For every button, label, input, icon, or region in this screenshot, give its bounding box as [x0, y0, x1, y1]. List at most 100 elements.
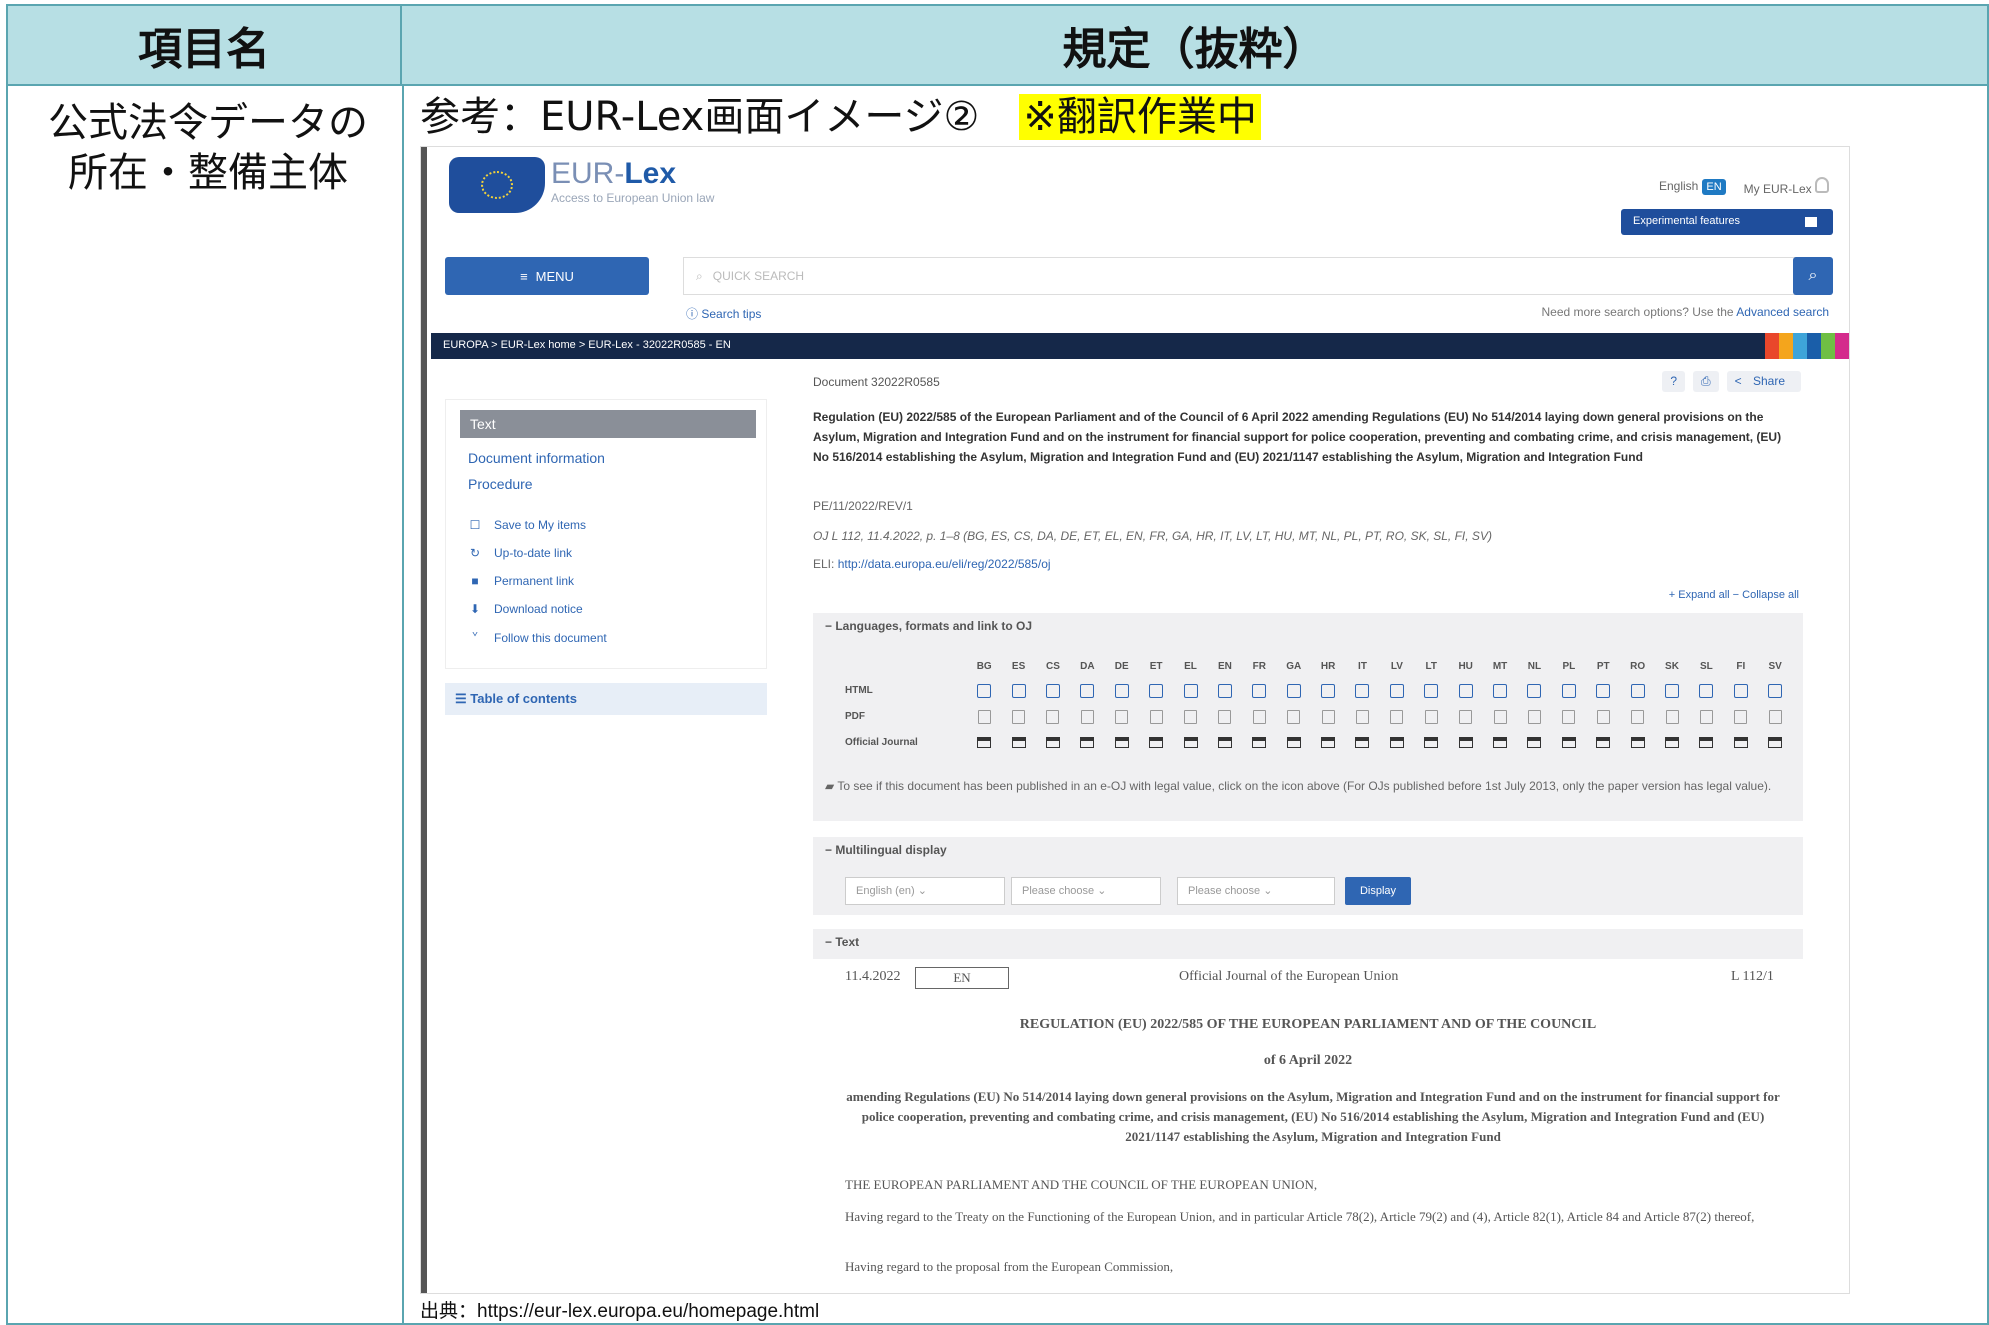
expand-collapse-all[interactable]: + Expand all − Collapse all [1669, 589, 1799, 601]
search-tips-link[interactable]: ⓘ Search tips [686, 305, 761, 322]
quick-search-input[interactable]: ⌕ QUICK SEARCH [683, 257, 1813, 295]
oj-link-sl[interactable] [1689, 737, 1723, 751]
oj-link-nl[interactable] [1517, 737, 1551, 751]
oj-link-lv[interactable] [1380, 737, 1414, 751]
oj-link-hr[interactable] [1311, 737, 1345, 751]
pdf-link-pl[interactable] [1552, 709, 1586, 727]
eurlex-logo[interactable]: EUR-Lex [551, 157, 676, 191]
pdf-link-es[interactable] [1001, 709, 1035, 727]
html-link-et[interactable] [1139, 683, 1173, 701]
html-link-en[interactable] [1208, 683, 1242, 701]
oj-link-da[interactable] [1070, 737, 1104, 751]
pdf-link-hu[interactable] [1448, 709, 1482, 727]
experimental-features-toggle[interactable]: Experimental features [1621, 209, 1833, 235]
oj-link-pt[interactable] [1586, 737, 1620, 751]
html-link-cs[interactable] [1036, 683, 1070, 701]
html-link-da[interactable] [1070, 683, 1104, 701]
up-to-date-link[interactable]: ↻ Up-to-date link [468, 546, 572, 560]
language-select-2[interactable]: Please choose ⌄ [1011, 877, 1161, 905]
html-link-ro[interactable] [1620, 683, 1654, 701]
oj-link-en[interactable] [1208, 737, 1242, 751]
oj-link-ro[interactable] [1620, 737, 1654, 751]
pdf-link-it[interactable] [1345, 709, 1379, 727]
html-link-es[interactable] [1001, 683, 1035, 701]
html-link-bg[interactable] [967, 683, 1001, 701]
text-panel-header[interactable]: − Text [813, 929, 1803, 955]
pdf-link-hr[interactable] [1311, 709, 1345, 727]
sidebar-item-document-information[interactable]: Document information [468, 450, 605, 466]
html-link-sv[interactable] [1758, 683, 1792, 701]
oj-link-el[interactable] [1173, 737, 1207, 751]
toggle-checkbox[interactable] [1805, 217, 1817, 227]
eu-flag-logo-icon[interactable] [449, 157, 545, 213]
pdf-link-sv[interactable] [1758, 709, 1792, 727]
download-notice[interactable]: ⬇ Download notice [468, 602, 583, 616]
html-link-nl[interactable] [1517, 683, 1551, 701]
html-link-el[interactable] [1173, 683, 1207, 701]
oj-link-lt[interactable] [1414, 737, 1448, 751]
html-link-it[interactable] [1345, 683, 1379, 701]
pdf-link-da[interactable] [1070, 709, 1104, 727]
html-link-hu[interactable] [1448, 683, 1482, 701]
html-link-lv[interactable] [1380, 683, 1414, 701]
pdf-link-et[interactable] [1139, 709, 1173, 727]
oj-link-hu[interactable] [1448, 737, 1482, 751]
sidebar-item-procedure[interactable]: Procedure [468, 476, 533, 492]
html-link-pt[interactable] [1586, 683, 1620, 701]
language-selector[interactable]: English EN [1659, 178, 1726, 195]
follow-document[interactable]: ᘁ Follow this document [468, 630, 607, 645]
oj-link-sv[interactable] [1758, 737, 1792, 751]
oj-link-es[interactable] [1001, 737, 1035, 751]
my-eurlex-link[interactable]: My EUR-Lex [1744, 177, 1829, 196]
pdf-link-ro[interactable] [1620, 709, 1654, 727]
oj-link-de[interactable] [1105, 737, 1139, 751]
display-button[interactable]: Display [1345, 877, 1411, 905]
search-button[interactable]: ⌕ [1793, 257, 1833, 295]
print-icon[interactable]: ⎙ [1693, 371, 1719, 392]
oj-link-sk[interactable] [1655, 737, 1689, 751]
oj-link-mt[interactable] [1483, 737, 1517, 751]
oj-link-fi[interactable] [1724, 737, 1758, 751]
table-of-contents-toggle[interactable]: ☰ Table of contents [445, 683, 767, 715]
html-link-sk[interactable] [1655, 683, 1689, 701]
pdf-link-pt[interactable] [1586, 709, 1620, 727]
pdf-link-en[interactable] [1208, 709, 1242, 727]
pdf-link-fr[interactable] [1242, 709, 1276, 727]
html-link-ga[interactable] [1277, 683, 1311, 701]
pdf-link-sl[interactable] [1689, 709, 1723, 727]
share-button[interactable]: < Share [1726, 371, 1801, 392]
html-link-de[interactable] [1105, 683, 1139, 701]
language-select-3[interactable]: Please choose ⌄ [1177, 877, 1335, 905]
html-link-pl[interactable] [1552, 683, 1586, 701]
pdf-link-bg[interactable] [967, 709, 1001, 727]
save-to-my-items[interactable]: ☐ Save to My items [468, 518, 586, 532]
multilingual-panel-header[interactable]: − Multilingual display [813, 837, 1803, 863]
pdf-link-lt[interactable] [1414, 709, 1448, 727]
oj-link-et[interactable] [1139, 737, 1173, 751]
oj-link-fr[interactable] [1242, 737, 1276, 751]
advanced-search-link[interactable]: Advanced search [1736, 305, 1829, 319]
pdf-link-el[interactable] [1173, 709, 1207, 727]
pdf-link-nl[interactable] [1517, 709, 1551, 727]
html-link-lt[interactable] [1414, 683, 1448, 701]
pdf-link-ga[interactable] [1277, 709, 1311, 727]
sidebar-item-text[interactable]: Text [460, 410, 756, 438]
html-link-fr[interactable] [1242, 683, 1276, 701]
languages-panel-header[interactable]: − Languages, formats and link to OJ [813, 613, 1803, 639]
pdf-link-fi[interactable] [1724, 709, 1758, 727]
oj-link-pl[interactable] [1552, 737, 1586, 751]
oj-link-ga[interactable] [1277, 737, 1311, 751]
html-link-sl[interactable] [1689, 683, 1723, 701]
pdf-link-lv[interactable] [1380, 709, 1414, 727]
permanent-link[interactable]: ■ Permanent link [468, 574, 574, 588]
language-select-1[interactable]: English (en) ⌄ [845, 877, 1005, 905]
pdf-link-sk[interactable] [1655, 709, 1689, 727]
html-link-hr[interactable] [1311, 683, 1345, 701]
oj-link-bg[interactable] [967, 737, 1001, 751]
pdf-link-cs[interactable] [1036, 709, 1070, 727]
oj-link-cs[interactable] [1036, 737, 1070, 751]
menu-button[interactable]: ≡ MENU [445, 257, 649, 295]
pdf-link-de[interactable] [1105, 709, 1139, 727]
oj-link-it[interactable] [1345, 737, 1379, 751]
html-link-mt[interactable] [1483, 683, 1517, 701]
